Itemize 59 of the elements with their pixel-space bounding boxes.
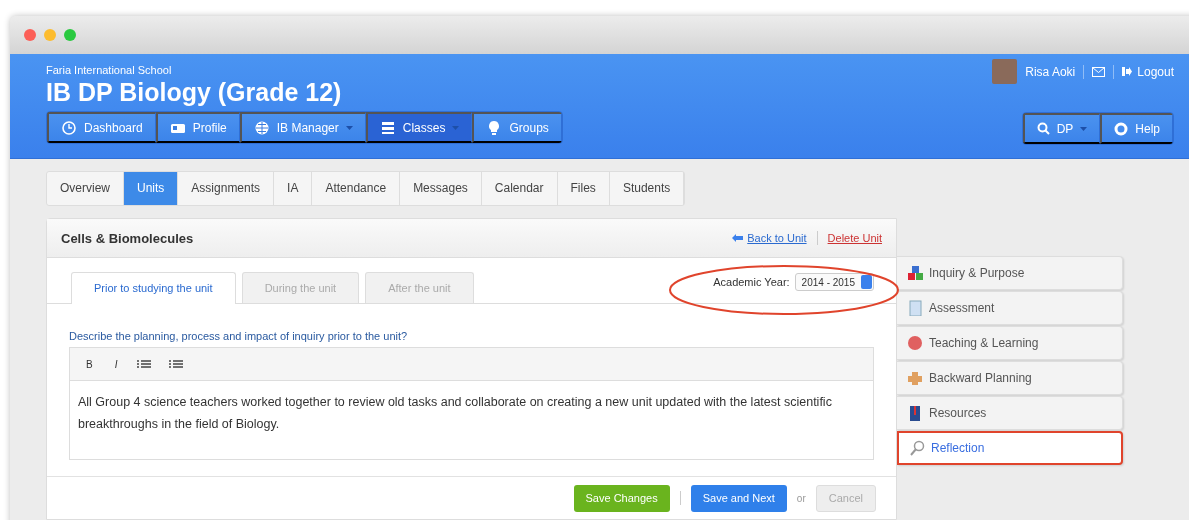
nav-button[interactable]: Profile (155, 112, 240, 143)
class-tab[interactable]: Assignments (178, 172, 275, 205)
nav-icon (253, 119, 270, 136)
circle-icon (907, 335, 923, 351)
academic-year-select[interactable]: 2014 - 2015 (794, 273, 874, 291)
caret-icon (1080, 126, 1088, 131)
arrow-icon (732, 234, 744, 242)
avatar[interactable] (992, 59, 1018, 84)
bullet-list-icon[interactable] (169, 360, 184, 368)
caret-icon (452, 125, 460, 130)
lifebuoy-icon (1114, 121, 1129, 136)
nav-icon (61, 119, 77, 136)
nav-button[interactable]: Groups (472, 112, 562, 143)
unit-title: Cells & Biomolecules (61, 230, 194, 246)
puzzle-icon (907, 370, 923, 386)
class-title: IB DP Biology (Grade 12) (46, 78, 342, 106)
mail-icon[interactable] (1092, 66, 1106, 77)
class-tab[interactable]: Units (124, 172, 179, 205)
or-text: or (796, 492, 806, 504)
zoom-button[interactable] (64, 29, 76, 41)
nav-button[interactable]: IB Manager (239, 112, 366, 143)
editor-text-area[interactable]: All Group 4 science teachers worked together to review old tasks and collaborate on creating a new unit updated with the latest scientific breakthroughs in the field of Biology. (70, 381, 873, 459)
section-tab[interactable]: Backward Planning (897, 361, 1123, 395)
class-tab[interactable]: Attendance (312, 172, 401, 205)
school-name: Faria International School (46, 64, 172, 76)
book-icon (907, 405, 923, 421)
nav-button[interactable]: Dashboard (47, 112, 156, 143)
document-icon (907, 300, 923, 316)
nav-icon (379, 119, 396, 136)
shapes-icon (907, 265, 923, 281)
nav-button[interactable]: Classes (365, 112, 473, 143)
logout-icon (1122, 67, 1133, 76)
phase-tab[interactable]: Prior to studying the unit (71, 272, 236, 304)
section-tab[interactable]: Assessment (897, 291, 1123, 325)
class-tab[interactable]: Messages (400, 172, 482, 205)
section-tab[interactable]: Teaching & Learning (897, 326, 1123, 360)
delete-link[interactable]: Delete Unit (827, 232, 882, 244)
italic-button[interactable]: I (112, 356, 120, 372)
class-tab[interactable]: IA (274, 172, 313, 205)
academic-year-label: Academic Year: (713, 276, 790, 288)
bold-button[interactable]: B (84, 356, 95, 372)
magnifier-icon (909, 440, 925, 456)
class-tab[interactable]: Students (609, 172, 685, 205)
caret-icon (345, 125, 353, 130)
logout-link[interactable]: Logout (1122, 64, 1174, 79)
section-tab[interactable]: Reflection (897, 431, 1123, 465)
class-tab[interactable]: Files (557, 172, 610, 205)
minimize-button[interactable] (44, 29, 56, 41)
search-icon (1036, 122, 1050, 135)
back-link[interactable]: Back to Unit (732, 232, 807, 244)
section-tab[interactable]: Inquiry & Purpose (897, 256, 1123, 290)
section-tab[interactable]: Resources (897, 396, 1123, 430)
help-button[interactable]: Help (1100, 113, 1173, 144)
user-name[interactable]: Risa Aoki (1025, 64, 1076, 79)
class-tab[interactable]: Calendar (481, 172, 558, 205)
close-button[interactable] (24, 29, 36, 41)
question-text: Describe the planning, process and impact of inquiry prior to the unit? (69, 330, 408, 342)
save-and-next-button[interactable]: Save and Next (690, 484, 787, 512)
search-button[interactable]: DP (1022, 113, 1101, 144)
